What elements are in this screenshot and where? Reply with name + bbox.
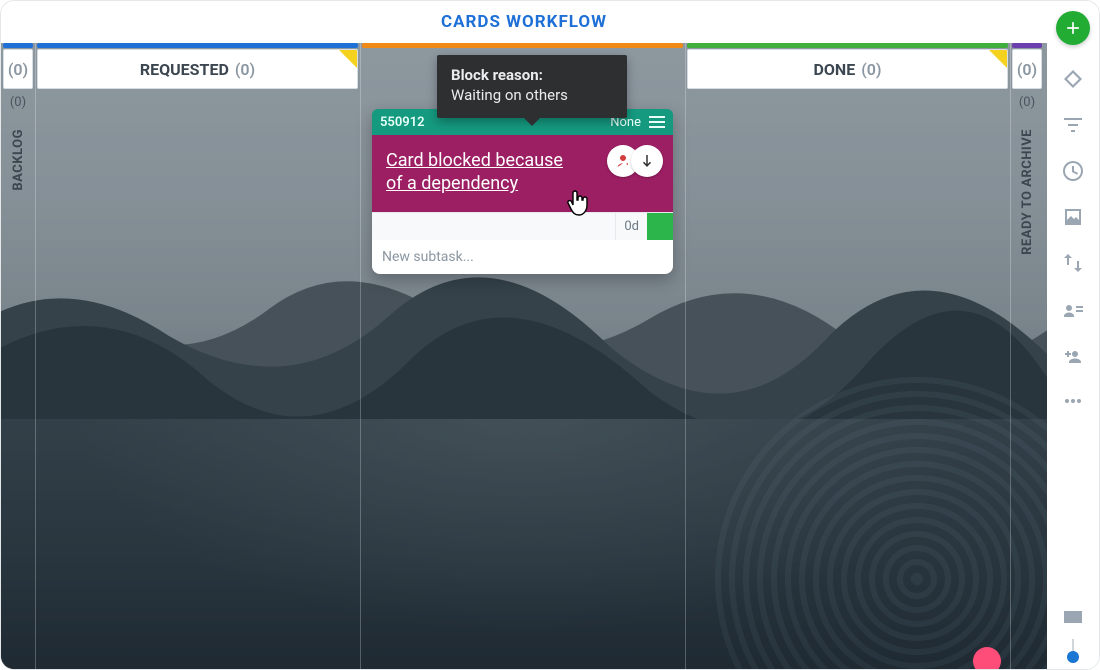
add-button[interactable] bbox=[1056, 11, 1090, 45]
right-toolbar bbox=[1047, 1, 1099, 669]
user-list-icon[interactable] bbox=[1061, 297, 1085, 321]
card-avatars bbox=[615, 145, 663, 177]
card-subtask-input[interactable]: New subtask... bbox=[372, 240, 673, 274]
column-count: (0) bbox=[8, 60, 28, 79]
app-frame: CARDS WORKFLOW (0) (0) BACKLOG bbox=[0, 0, 1100, 670]
column-header-requested[interactable]: REQUESTED (0) bbox=[37, 49, 358, 89]
column-count: (0) bbox=[1017, 60, 1037, 79]
pointer-cursor-icon bbox=[567, 189, 593, 219]
card-duration: 0d bbox=[615, 213, 647, 240]
notification-bubble[interactable] bbox=[973, 647, 1001, 669]
column-corner-flag bbox=[989, 50, 1007, 68]
card-title[interactable]: Card blocked because of a dependency bbox=[386, 149, 576, 196]
column-corner-flag bbox=[339, 50, 357, 68]
column-subcount: (0) bbox=[1010, 95, 1044, 110]
zoom-slider[interactable] bbox=[1072, 639, 1074, 659]
workflow-titlebar: CARDS WORKFLOW bbox=[1, 1, 1047, 43]
filter-icon[interactable] bbox=[1061, 113, 1085, 137]
workflow-title: CARDS WORKFLOW bbox=[441, 12, 607, 32]
card-size-icon[interactable] bbox=[1061, 605, 1085, 629]
column-stripe bbox=[687, 43, 1008, 48]
column-done[interactable]: DONE (0) bbox=[685, 43, 1010, 669]
column-count: (0) bbox=[861, 60, 881, 79]
column-label-backlog: BACKLOG bbox=[1, 129, 35, 191]
subtask-placeholder: New subtask... bbox=[382, 249, 474, 265]
column-header-archive[interactable]: (0) bbox=[1012, 49, 1042, 89]
swap-vertical-icon[interactable] bbox=[1061, 251, 1085, 275]
card-id: 550912 bbox=[380, 115, 425, 130]
block-reason-tooltip: Block reason: Waiting on others bbox=[437, 55, 627, 118]
card-meta: 0d bbox=[372, 212, 673, 240]
column-backlog[interactable]: (0) (0) BACKLOG bbox=[1, 43, 35, 669]
column-requested[interactable]: REQUESTED (0) bbox=[35, 43, 360, 669]
more-icon[interactable] bbox=[1061, 389, 1085, 413]
column-archive[interactable]: (0) (0) READY TO ARCHIVE bbox=[1010, 43, 1044, 669]
column-header-backlog[interactable]: (0) bbox=[3, 49, 33, 89]
column-subcount: (0) bbox=[1, 95, 35, 110]
column-label: REQUESTED bbox=[140, 60, 229, 79]
card-menu-icon[interactable] bbox=[649, 116, 665, 128]
column-label: DONE bbox=[813, 60, 855, 79]
tooltip-body: Waiting on others bbox=[451, 85, 613, 105]
priority-down-icon[interactable] bbox=[631, 145, 663, 177]
clock-icon[interactable] bbox=[1061, 159, 1085, 183]
column-stripe bbox=[362, 43, 683, 48]
tag-icon[interactable] bbox=[1061, 67, 1085, 91]
zoom-slider-knob[interactable] bbox=[1067, 651, 1079, 663]
column-header-done[interactable]: DONE (0) bbox=[687, 49, 1008, 89]
column-stripe bbox=[3, 43, 33, 48]
column-in-progress[interactable]: 550912 None Card blocked because of a de… bbox=[360, 43, 685, 669]
column-stripe bbox=[37, 43, 358, 48]
card-body[interactable]: Card blocked because of a dependency bbox=[372, 135, 673, 212]
column-label-archive: READY TO ARCHIVE bbox=[1010, 129, 1044, 255]
card-status-box[interactable] bbox=[647, 213, 673, 240]
column-stripe bbox=[1012, 43, 1042, 48]
add-user-icon[interactable] bbox=[1061, 343, 1085, 367]
kanban-board: (0) (0) BACKLOG REQUESTED (0) bbox=[1, 43, 1047, 669]
tooltip-heading: Block reason: bbox=[451, 65, 613, 85]
image-icon[interactable] bbox=[1061, 205, 1085, 229]
column-count: (0) bbox=[235, 60, 255, 79]
kanban-card[interactable]: 550912 None Card blocked because of a de… bbox=[372, 109, 673, 274]
